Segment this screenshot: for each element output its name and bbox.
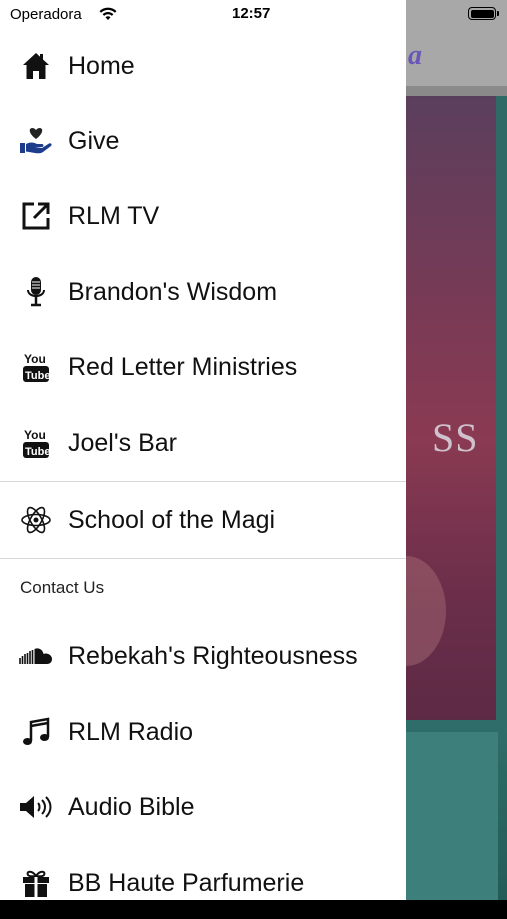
- gift-icon: [19, 866, 53, 900]
- drawer-item-label: BB Haute Parfumerie: [68, 868, 305, 897]
- poster-glow: [406, 556, 446, 666]
- drawer-item-label: RLM TV: [68, 201, 160, 230]
- background-poster-image: SS: [406, 96, 498, 720]
- drawer-item-label: Give: [68, 126, 120, 155]
- background-app-content[interactable]: a SS: [406, 0, 507, 900]
- drawer-item-joels-bar[interactable]: You Tube Joel's Bar: [0, 407, 406, 479]
- youtube-icon: You Tube: [19, 350, 53, 384]
- drawer-item-rlm-radio[interactable]: RLM Radio: [0, 696, 406, 768]
- drawer-item-label: School of the Magi: [68, 505, 276, 534]
- status-time: 12:57: [232, 5, 271, 22]
- wifi-icon: [98, 6, 118, 27]
- svg-text:Tube: Tube: [25, 370, 50, 382]
- drawer-divider: [0, 558, 406, 559]
- youtube-icon: You Tube: [19, 426, 53, 460]
- drawer-item-label: Rebekah's Righteousness: [68, 641, 358, 670]
- teal-strip: [406, 732, 498, 900]
- microphone-icon: [19, 275, 53, 309]
- drawer-item-rebekahs-righteousness[interactable]: Rebekah's Righteousness: [0, 620, 406, 692]
- drawer-item-audio-bible[interactable]: Audio Bible: [0, 771, 406, 843]
- drawer-item-red-letter-ministries[interactable]: You Tube Red Letter Ministries: [0, 331, 406, 403]
- drawer-item-label: Home: [68, 51, 135, 80]
- speaker-icon: [19, 790, 53, 824]
- drawer-item-rlm-tv[interactable]: RLM TV: [0, 180, 406, 252]
- svg-text:You: You: [24, 352, 46, 366]
- poster-text: SS: [432, 415, 479, 460]
- background-app-logo: a: [408, 40, 422, 71]
- drawer-item-label: Audio Bible: [68, 792, 195, 821]
- drawer-item-bb-haute-parfumerie[interactable]: BB Haute Parfumerie: [0, 847, 406, 919]
- drawer-item-label: Joel's Bar: [68, 428, 177, 457]
- battery-icon: [468, 7, 499, 20]
- poster-edge: [496, 96, 507, 720]
- svg-text:Tube: Tube: [25, 446, 50, 458]
- home-icon: [19, 49, 53, 83]
- drawer-item-label: Red Letter Ministries: [68, 352, 298, 381]
- drawer-item-brandons-wisdom[interactable]: Brandon's Wisdom: [0, 256, 406, 328]
- drawer-item-label: RLM Radio: [68, 717, 194, 746]
- atom-icon: [19, 503, 53, 537]
- drawer-item-school-of-the-magi[interactable]: School of the Magi: [0, 484, 406, 556]
- svg-text:You: You: [24, 428, 46, 442]
- external-link-icon: [19, 199, 53, 233]
- music-note-icon: [19, 715, 53, 749]
- soundcloud-icon: [19, 639, 53, 673]
- section-header-contact-us: Contact Us: [20, 578, 105, 597]
- drawer-divider: [0, 481, 406, 482]
- carrier-name: Operadora: [10, 6, 82, 23]
- navigation-drawer: Home Give RLM TV Brandon's Wisdom You Tu…: [0, 0, 406, 900]
- hand-heart-icon: [19, 124, 53, 158]
- background-teal-panel: [406, 720, 507, 900]
- drawer-item-home[interactable]: Home: [0, 30, 406, 102]
- drawer-item-label: Brandon's Wisdom: [68, 277, 278, 306]
- drawer-item-give[interactable]: Give: [0, 105, 406, 177]
